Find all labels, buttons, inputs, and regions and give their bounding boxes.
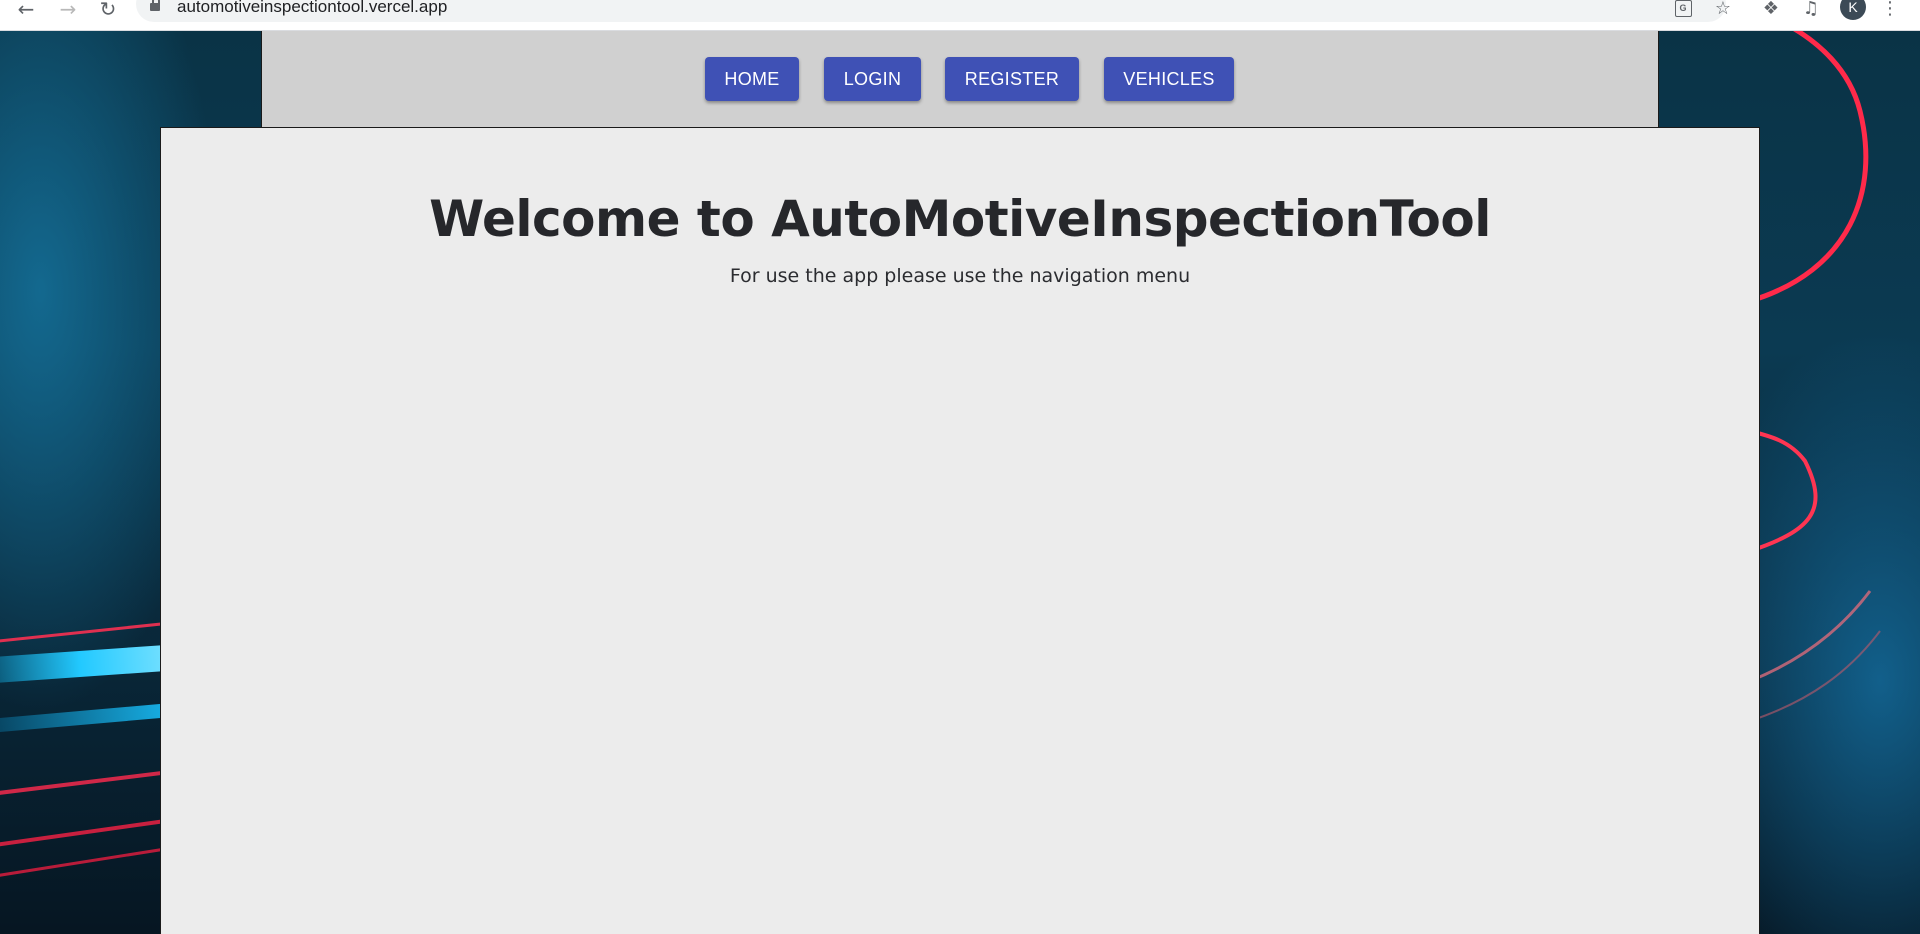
translate-icon[interactable]: G	[1672, 0, 1694, 20]
navigation-header: HOME LOGIN REGISTER VEHICLES	[261, 31, 1659, 127]
light-streak	[0, 620, 180, 645]
avatar[interactable]: K	[1840, 0, 1866, 20]
vehicles-button[interactable]: VEHICLES	[1104, 57, 1234, 101]
page-subtitle: For use the app please use the navigatio…	[729, 265, 1191, 287]
page-title: Welcome to AutoMotiveInspectionTool	[429, 190, 1491, 248]
lock-icon[interactable]	[150, 0, 160, 11]
light-streak	[0, 702, 181, 734]
light-streak	[0, 845, 180, 880]
light-streak	[0, 644, 181, 684]
browser-toolbar: ← → ↻ automotiveinspectiontool.vercel.ap…	[0, 0, 1920, 31]
star-icon[interactable]: ☆	[1712, 0, 1734, 20]
main-content: Welcome to AutoMotiveInspectionTool For …	[160, 127, 1760, 934]
light-trail-curve	[1749, 31, 1881, 722]
light-streak	[0, 817, 180, 849]
extensions-icon[interactable]: ❖	[1760, 0, 1782, 20]
back-icon[interactable]: ←	[12, 0, 40, 22]
url-text[interactable]: automotiveinspectiontool.vercel.app	[177, 0, 447, 17]
forward-icon[interactable]: →	[54, 0, 82, 22]
light-streak	[0, 768, 180, 798]
home-button[interactable]: HOME	[705, 57, 799, 101]
media-icon[interactable]: ♫	[1800, 0, 1822, 20]
register-button[interactable]: REGISTER	[945, 57, 1079, 101]
login-button[interactable]: LOGIN	[824, 57, 921, 101]
more-icon[interactable]: ⋮	[1881, 0, 1899, 20]
reload-icon[interactable]: ↻	[94, 0, 122, 22]
